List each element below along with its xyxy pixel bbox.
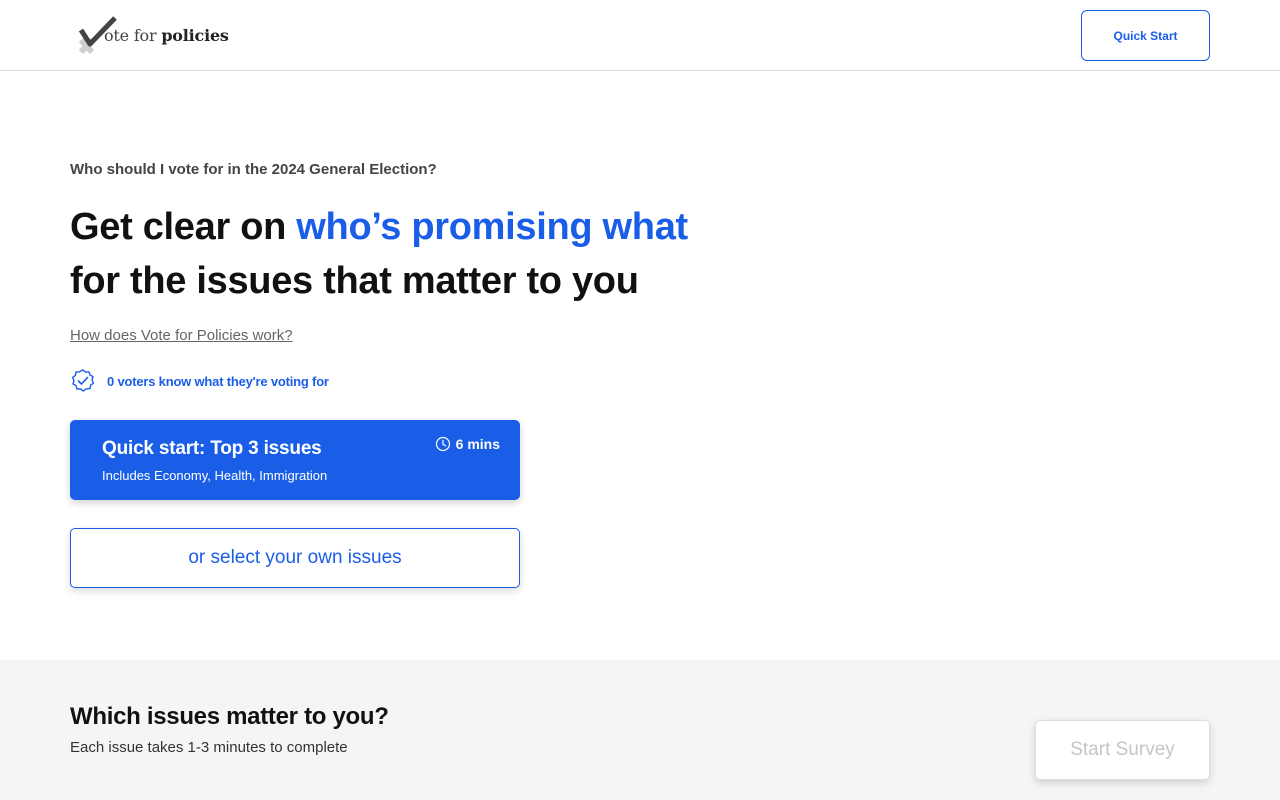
logo-text-prefix: ote for xyxy=(104,26,162,45)
issues-section-title: Which issues matter to you? xyxy=(70,703,389,730)
hero-title-part2: for the issues that matter to you xyxy=(70,260,639,302)
start-survey-button[interactable]: Start Survey xyxy=(1035,720,1210,780)
quick-start-duration-text: 6 mins xyxy=(455,436,500,452)
issues-section-subtitle: Each issue takes 1-3 minutes to complete xyxy=(70,739,348,756)
voters-count-text: 0 voters know what they're voting for xyxy=(107,373,329,389)
issues-section: Which issues matter to you? Each issue t… xyxy=(0,660,1280,800)
quick-start-button[interactable]: Quick Start xyxy=(1081,10,1210,61)
site-logo[interactable]: ote for policies xyxy=(78,16,229,54)
logo-text-bold: policies xyxy=(161,26,229,45)
select-own-issues-button[interactable]: or select your own issues xyxy=(70,528,520,588)
quick-start-card[interactable]: Quick start: Top 3 issues Includes Econo… xyxy=(70,420,520,500)
logo-text: ote for policies xyxy=(104,26,229,45)
quick-start-duration: 6 mins xyxy=(435,436,500,452)
how-it-works-link[interactable]: How does Vote for Policies work? xyxy=(70,327,293,344)
site-header: ote for policies Quick Start xyxy=(0,0,1280,71)
clock-icon xyxy=(435,436,450,452)
quick-start-card-subtitle: Includes Economy, Health, Immigration xyxy=(102,468,328,483)
voters-count: 0 voters know what they're voting for xyxy=(70,368,329,394)
hero-title: Get clear on who’s promising what for th… xyxy=(70,200,770,308)
hero-eyebrow: Who should I vote for in the 2024 Genera… xyxy=(70,161,437,178)
hero-title-accent: who’s promising what xyxy=(296,206,688,248)
hero-title-part1: Get clear on xyxy=(70,206,297,248)
verified-badge-icon xyxy=(71,369,95,392)
quick-start-card-title: Quick start: Top 3 issues xyxy=(102,438,322,459)
